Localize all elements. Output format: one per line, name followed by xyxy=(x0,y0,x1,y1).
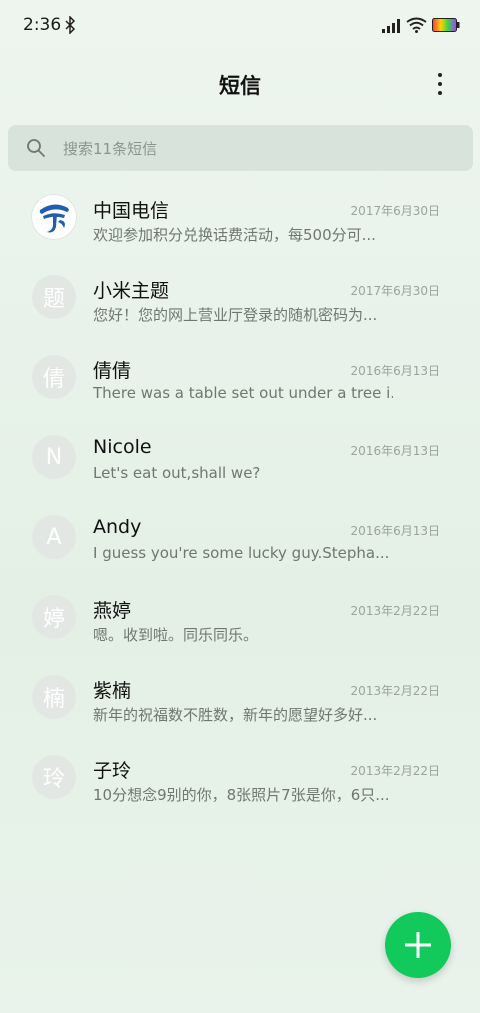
conversation-name: 小米主题 xyxy=(93,280,170,302)
wifi-icon xyxy=(406,17,427,33)
avatar: N xyxy=(32,435,76,479)
search-input[interactable]: 搜索11条短信 xyxy=(8,125,473,171)
conversation-item[interactable]: 玲 子玲 2013年2月22日 10分想念9别的你，8张照片7张是你，6只... xyxy=(0,740,480,820)
conversation-name: 燕婷 xyxy=(93,600,132,622)
conversation-item[interactable]: 题 小米主题 2017年6月30日 您好！您的网上营业厅登录的随机密码为... xyxy=(0,260,480,340)
search-icon xyxy=(27,139,45,157)
avatar: 楠 xyxy=(32,675,76,719)
avatar: 倩 xyxy=(32,355,76,399)
bluetooth-icon xyxy=(65,16,76,34)
avatar: 题 xyxy=(32,275,76,319)
conversation-snippet: 10分想念9别的你，8张照片7张是你，6只... xyxy=(93,786,390,804)
status-time: 2:36 xyxy=(23,15,62,35)
conversation-snippet: I guess you're some lucky guy.Stepha... xyxy=(93,544,390,562)
conversation-item[interactable]: 婷 燕婷 2013年2月22日 嗯。收到啦。同乐同乐。 xyxy=(0,580,480,660)
status-bar: 2:36 xyxy=(0,0,480,52)
conversation-date: 2016年6月13日 xyxy=(350,524,440,538)
more-vertical-icon xyxy=(438,73,442,77)
conversation-name: Andy xyxy=(93,516,142,538)
conversation-name: 倩倩 xyxy=(93,360,132,382)
conversation-snippet: 嗯。收到啦。同乐同乐。 xyxy=(93,626,259,644)
plus-icon xyxy=(405,932,431,958)
avatar xyxy=(32,195,76,239)
conversation-item[interactable]: 中国电信 2017年6月30日 欢迎参加积分兑换话费活动，每500分可... xyxy=(0,180,480,260)
conversation-item[interactable]: N Nicole 2016年6月13日 Let's eat out,shall … xyxy=(0,420,480,500)
conversation-name: 中国电信 xyxy=(93,200,170,222)
app-bar: 短信 xyxy=(0,56,480,112)
page-title: 短信 xyxy=(219,74,261,98)
conversation-date: 2013年2月22日 xyxy=(350,764,440,778)
conversation-date: 2016年6月13日 xyxy=(350,444,440,458)
more-vertical-icon-dot xyxy=(438,91,442,95)
china-telecom-logo-icon xyxy=(39,204,69,233)
conversation-snippet: 新年的祝福数不胜数，新年的愿望好多好... xyxy=(93,706,378,724)
conversation-snippet: 欢迎参加积分兑换话费活动，每500分可... xyxy=(93,226,376,244)
avatar: 玲 xyxy=(32,755,76,799)
conversation-snippet: There was a table set out under a tree i… xyxy=(93,384,393,402)
conversation-snippet: Let's eat out,shall we? xyxy=(93,464,261,482)
conversation-date: 2017年6月30日 xyxy=(350,284,440,298)
search-placeholder: 搜索11条短信 xyxy=(63,140,158,158)
avatar: 婷 xyxy=(32,595,76,639)
more-options-button[interactable] xyxy=(424,68,456,100)
conversation-name: 紫楠 xyxy=(93,680,132,702)
conversation-item[interactable]: A Andy 2016年6月13日 I guess you're some lu… xyxy=(0,500,480,580)
avatar: A xyxy=(32,515,76,559)
conversation-name: 子玲 xyxy=(93,760,132,782)
conversation-date: 2013年2月22日 xyxy=(350,684,440,698)
conversation-item[interactable]: 倩 倩倩 2016年6月13日 There was a table set ou… xyxy=(0,340,480,420)
signal-icon xyxy=(382,19,400,33)
conversation-date: 2017年6月30日 xyxy=(350,204,440,218)
battery-icon xyxy=(432,18,460,32)
conversation-date: 2013年2月22日 xyxy=(350,604,440,618)
more-vertical-icon-dot xyxy=(438,82,442,86)
conversation-snippet: 您好！您的网上营业厅登录的随机密码为... xyxy=(93,306,378,324)
new-message-button[interactable] xyxy=(385,912,451,978)
conversation-name: Nicole xyxy=(93,436,152,458)
conversation-item[interactable]: 楠 紫楠 2013年2月22日 新年的祝福数不胜数，新年的愿望好多好... xyxy=(0,660,480,740)
conversation-date: 2016年6月13日 xyxy=(350,364,440,378)
